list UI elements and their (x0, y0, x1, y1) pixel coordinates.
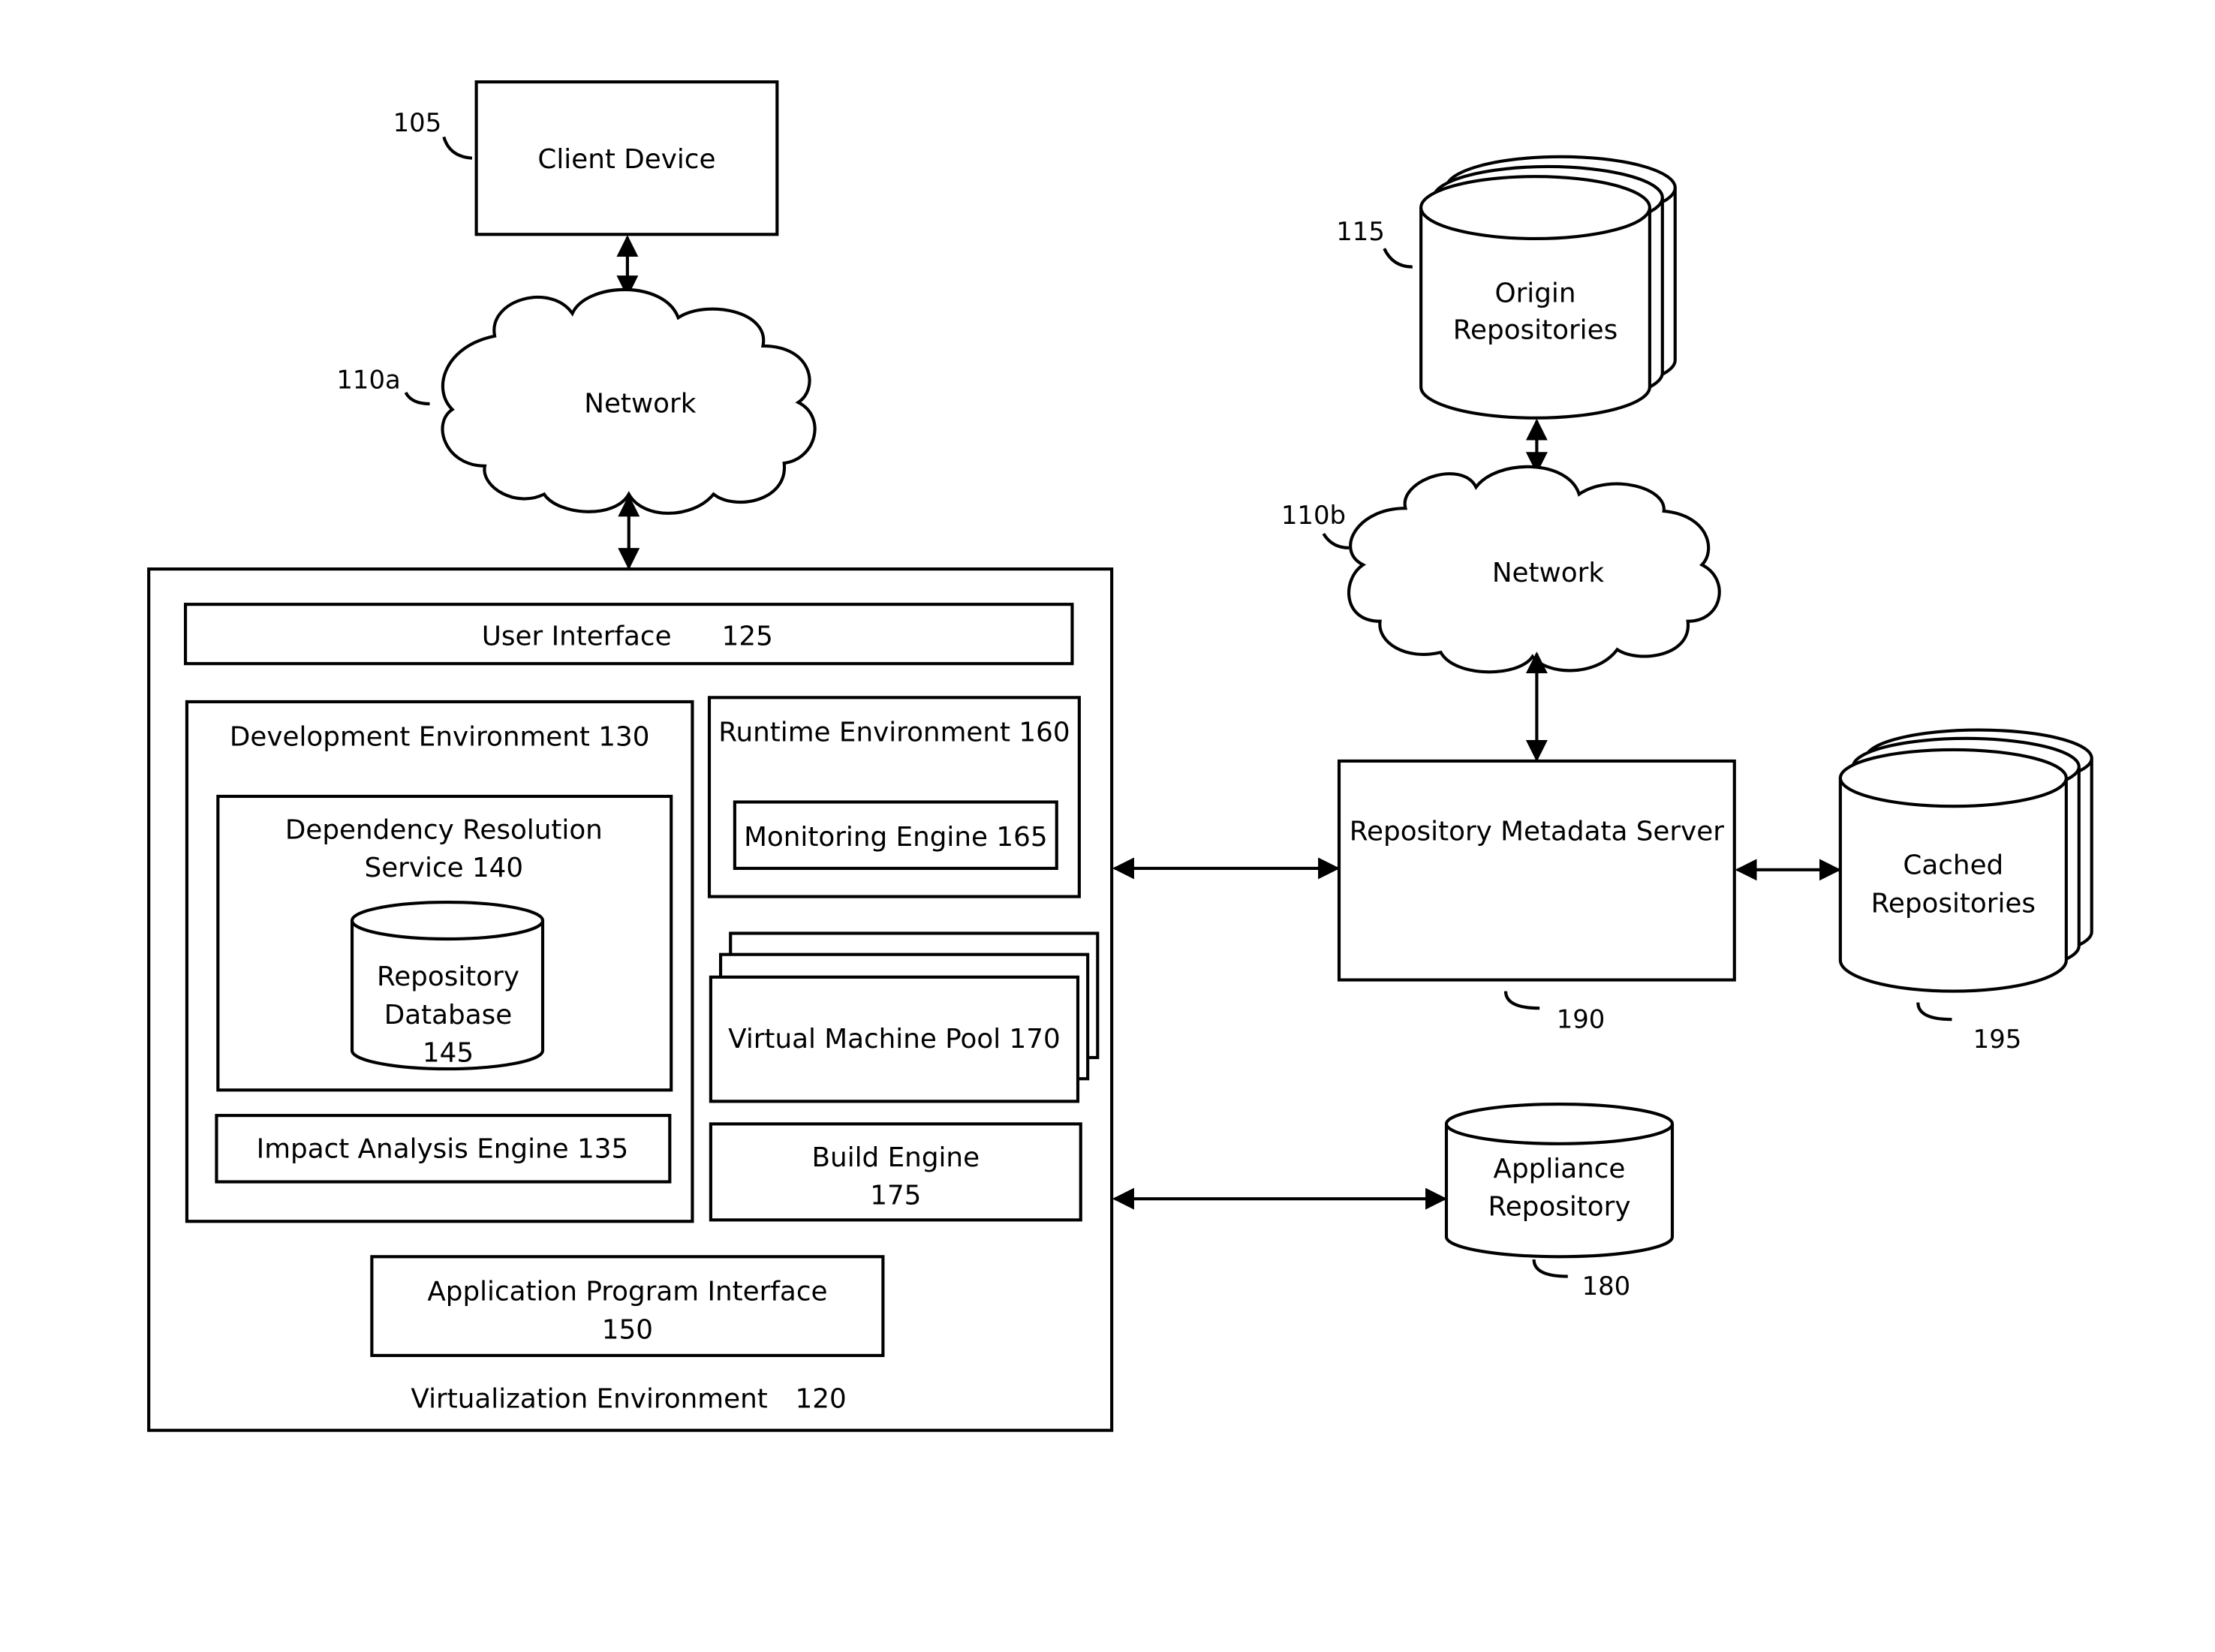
network-a-label: Network (584, 388, 697, 419)
network-110a: Network (441, 287, 817, 515)
network-a-leader-line (404, 391, 430, 406)
repository-metadata-server-ref: 190 (1557, 1005, 1606, 1034)
dependency-resolution-label-line2: Service 140 (365, 853, 524, 883)
impact-analysis-engine-label: Impact Analysis Engine 135 (257, 1134, 629, 1165)
virtualization-environment: User Interface 125 Development Environme… (147, 567, 1114, 1432)
user-interface-label: User Interface (482, 621, 672, 652)
appliance-repository-leader-line (1532, 1259, 1568, 1278)
origin-repositories-label-line2: Repositories (1453, 314, 1618, 345)
runtime-environment-label: Runtime Environment 160 (718, 718, 1070, 748)
appliance-repository-label-line2: Repository (1488, 1192, 1630, 1223)
repository-database-label-line2: Database (384, 1000, 513, 1031)
repository-database-label-line3: 145 (423, 1038, 474, 1069)
virtualization-environment-label: Virtualization Environment (411, 1384, 767, 1415)
api-label-line2: 150 (602, 1314, 653, 1345)
rms-leader-line (1503, 991, 1540, 1010)
cached-repositories-label-line1: Cached (1903, 850, 2003, 880)
monitoring-engine-label: Monitoring Engine 165 (744, 822, 1047, 853)
virtual-machine-pool-label: Virtual Machine Pool 170 (728, 1024, 1061, 1055)
system-architecture-diagram: Client Device 105 Network 110a User Inte… (147, 80, 2093, 1432)
user-interface-ref: 125 (722, 621, 773, 652)
build-engine-label-line1: Build Engine (812, 1142, 980, 1173)
repository-database-label-line1: Repository (377, 961, 519, 992)
repository-metadata-server-box (1337, 759, 1736, 982)
cached-repositories-label-line2: Repositories (1871, 888, 2036, 919)
client-device-leader-line (442, 136, 473, 160)
api-label-line1: Application Program Interface (427, 1277, 827, 1307)
origin-repositories-ref: 115 (1336, 217, 1385, 246)
network-110b: Network (1347, 465, 1721, 674)
origin-repositories-leader-line (1383, 248, 1413, 269)
network-a-ref: 110a (336, 365, 400, 394)
dependency-resolution-label-line1: Dependency Resolution (285, 814, 603, 845)
build-engine-label-line2: 175 (870, 1181, 921, 1211)
virtualization-environment-ref: 120 (796, 1384, 847, 1415)
client-device-ref: 105 (393, 108, 442, 137)
network-b-label: Network (1492, 558, 1605, 588)
appliance-repository-ref: 180 (1582, 1271, 1631, 1301)
cached-repositories-ref: 195 (1973, 1025, 2022, 1054)
origin-repositories-label-line1: Origin (1494, 278, 1575, 309)
network-b-ref: 110b (1281, 501, 1346, 530)
virtual-machine-pool-stack (709, 931, 1100, 1103)
repository-metadata-server-label: Repository Metadata Server (1350, 816, 1724, 847)
development-environment-label: Development Environment 130 (230, 721, 650, 752)
network-b-leader-line (1322, 532, 1350, 549)
client-device-label: Client Device (537, 144, 715, 175)
repository-metadata-server: Repository Metadata Server (1337, 759, 1736, 982)
appliance-repository-label-line1: Appliance (1494, 1154, 1626, 1184)
client-device: Client Device (474, 80, 779, 236)
cached-repositories-leader-line (1916, 1002, 1952, 1022)
